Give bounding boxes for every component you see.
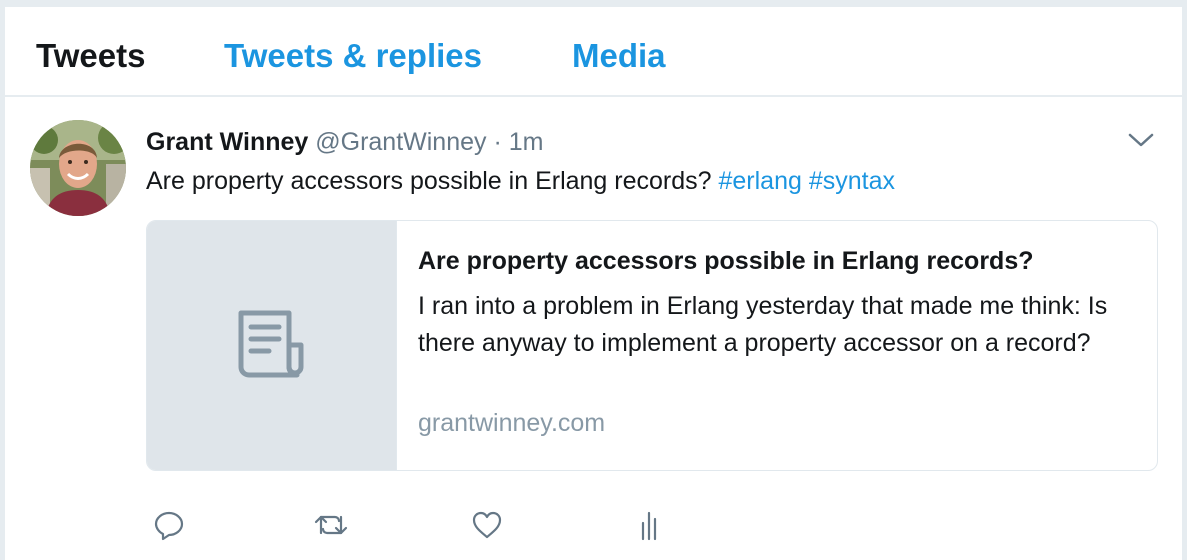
card-title: Are property accessors possible in Erlan… [418, 247, 1034, 275]
hashtag-erlang[interactable]: #erlang [719, 167, 802, 195]
chevron-down-icon[interactable] [1127, 129, 1155, 151]
like-icon[interactable] [467, 505, 507, 545]
tab-media[interactable]: Media [572, 37, 666, 75]
tweet-text: Are property accessors possible in Erlan… [146, 166, 895, 196]
card-thumbnail [147, 221, 397, 470]
card-domain: grantwinney.com [418, 409, 606, 437]
time-separator: · [493, 128, 502, 156]
author-name[interactable]: Grant Winney [146, 128, 308, 156]
profile-timeline: Tweets Tweets & replies Media Grant Winn… [5, 7, 1182, 560]
tweet-timestamp[interactable]: 1m [509, 128, 544, 156]
tweet-header: Grant Winney @GrantWinney · 1m [146, 127, 543, 157]
retweet-icon[interactable] [309, 505, 349, 545]
card-description: I ran into a problem in Erlang yesterday… [418, 292, 1108, 357]
tab-tweets[interactable]: Tweets [36, 37, 145, 75]
tab-tweets-and-replies[interactable]: Tweets & replies [224, 37, 482, 75]
hashtag-syntax[interactable]: #syntax [809, 167, 895, 195]
reply-icon[interactable] [149, 505, 189, 545]
author-handle[interactable]: @GrantWinney [315, 128, 486, 156]
tweet-actions [5, 505, 1182, 545]
avatar-image [30, 120, 126, 216]
link-card[interactable]: Are property accessors possible in Erlan… [146, 220, 1158, 471]
tweet[interactable]: Grant Winney @GrantWinney · 1m Are prope… [5, 99, 1182, 560]
tweet-text-body: Are property accessors possible in Erlan… [146, 167, 712, 195]
document-icon [238, 310, 304, 378]
profile-tabs: Tweets Tweets & replies Media [5, 7, 1182, 97]
avatar[interactable] [30, 120, 126, 216]
analytics-icon[interactable] [629, 505, 669, 545]
